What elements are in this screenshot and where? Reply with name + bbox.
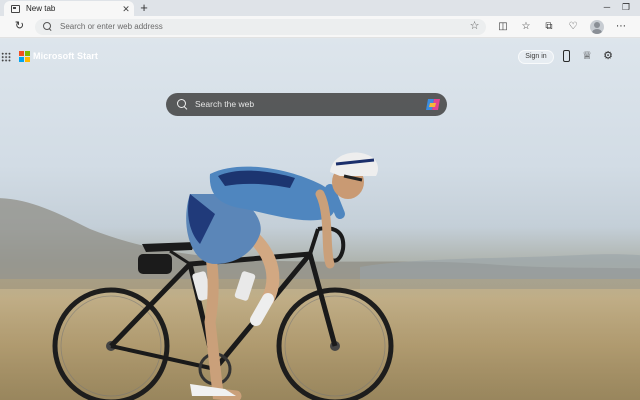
apps-grid-icon[interactable]: [1, 52, 11, 62]
tab-title: New tab: [26, 4, 56, 13]
address-bar[interactable]: Search or enter web address ☆: [35, 19, 486, 35]
mobile-app-icon[interactable]: [563, 50, 570, 62]
restore-button[interactable]: ❐: [620, 1, 632, 13]
more-options-icon[interactable]: ⋯: [614, 20, 628, 34]
search-icon: [42, 21, 53, 32]
minimize-button[interactable]: ─: [601, 1, 613, 13]
favorites-icon[interactable]: ☆: [519, 20, 533, 34]
address-bar-placeholder: Search or enter web address: [60, 22, 163, 31]
copilot-icon[interactable]: [425, 97, 441, 112]
new-tab-button[interactable]: +: [138, 1, 150, 14]
close-tab-icon[interactable]: ✕: [120, 3, 132, 15]
tab-page-icon: [11, 4, 20, 13]
rewards-icon[interactable]: ♕: [580, 49, 594, 63]
browser-toolbar: ↻ Search or enter web address ☆ ◫ ☆ ⧉ ♡ …: [0, 16, 640, 38]
browser-essentials-icon[interactable]: ♡: [566, 20, 580, 34]
tab-new-tab[interactable]: New tab ✕: [4, 1, 134, 16]
search-icon: [176, 98, 188, 110]
settings-icon[interactable]: ⚙: [601, 49, 615, 63]
tab-strip: New tab ✕ + ─ ❐: [0, 0, 640, 16]
web-search-box[interactable]: Search the web: [166, 93, 447, 116]
ms-logo-yellow: [25, 57, 30, 62]
profile-avatar[interactable]: [590, 20, 604, 34]
ms-logo-green: [25, 51, 30, 56]
refresh-icon[interactable]: ↻: [13, 20, 26, 33]
ms-logo-blue: [19, 57, 24, 62]
sign-in-button[interactable]: Sign in: [518, 50, 554, 64]
microsoft-logo-icon: [19, 51, 30, 62]
brand-title[interactable]: Microsoft Start: [33, 51, 98, 61]
favorite-star-icon[interactable]: ☆: [468, 20, 481, 33]
new-tab-page: Microsoft Start Sign in ♕ ⚙ Search the w…: [0, 39, 640, 400]
ms-logo-red: [19, 51, 24, 56]
split-screen-icon[interactable]: ◫: [496, 20, 510, 34]
collections-icon[interactable]: ⧉: [542, 20, 556, 34]
web-search-placeholder: Search the web: [195, 99, 255, 109]
cyclist-photo: [52, 152, 394, 400]
